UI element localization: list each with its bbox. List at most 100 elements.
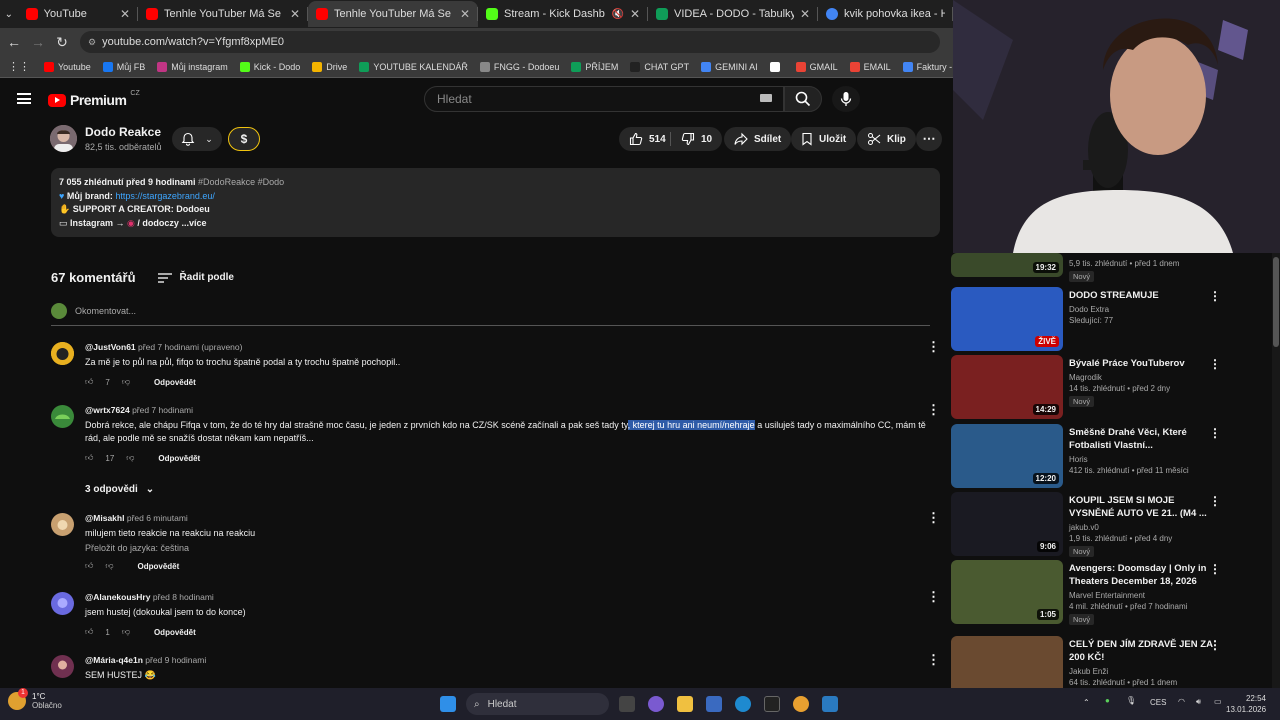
video-channel[interactable]: Dodo Extra bbox=[1069, 305, 1219, 314]
keyboard-icon[interactable] bbox=[760, 94, 772, 102]
video-menu-icon[interactable]: ⋮ bbox=[1209, 638, 1221, 652]
comment-menu-icon[interactable]: ⋮ bbox=[927, 590, 940, 603]
search-input[interactable]: Hledat bbox=[424, 86, 784, 112]
show-more-link[interactable]: ...více bbox=[181, 218, 206, 228]
reply-button[interactable]: Odpovědět bbox=[154, 378, 196, 387]
browser-tab[interactable]: Tenhle YouTuber Má Se Mnou P...✕ bbox=[138, 1, 308, 27]
add-comment-field[interactable]: Okomentovat... bbox=[51, 303, 930, 326]
apps-grid-icon[interactable]: ⋮⋮ bbox=[0, 60, 38, 73]
sidebar-scrollbar[interactable] bbox=[1272, 253, 1280, 688]
bookmark-item[interactable]: Drive bbox=[306, 61, 353, 72]
video-channel[interactable]: Horis bbox=[1069, 455, 1219, 464]
comment-dislike-button[interactable]: 👎︎ bbox=[126, 453, 134, 463]
reply-button[interactable]: Odpovědět bbox=[158, 454, 200, 463]
wifi-icon[interactable]: ◠ bbox=[1178, 697, 1185, 706]
weather-widget[interactable]: 1 1°C Oblačno bbox=[8, 688, 62, 710]
bookmark-item[interactable]: CHAT GPT bbox=[624, 61, 695, 72]
commenter-avatar[interactable] bbox=[51, 655, 74, 678]
tab-search-button[interactable]: ⌄ bbox=[0, 1, 18, 27]
bookmark-item[interactable] bbox=[764, 61, 790, 72]
terminal-icon[interactable] bbox=[764, 696, 780, 712]
reply-button[interactable]: Odpovědět bbox=[138, 562, 180, 571]
video-menu-icon[interactable]: ⋮ bbox=[1209, 289, 1221, 303]
reply-button[interactable]: Odpovědět bbox=[154, 628, 196, 637]
forward-icon[interactable]: → bbox=[26, 34, 50, 50]
video-thumbnail[interactable]: 9:06 bbox=[951, 492, 1063, 556]
taskbar-search[interactable]: ⌕ Hledat bbox=[466, 693, 609, 715]
recommended-video[interactable]: 9:06 KOUPIL JSEM SI MOJE VYSNĚNÉ AUTO VE … bbox=[951, 492, 1271, 557]
comment-menu-icon[interactable]: ⋮ bbox=[927, 340, 940, 353]
channel-name[interactable]: Dodo Reakce bbox=[85, 125, 162, 139]
video-channel[interactable]: Jakub Enži bbox=[1069, 667, 1219, 676]
support-button[interactable]: $ bbox=[228, 127, 260, 151]
sort-button[interactable]: Řadit podle bbox=[157, 272, 234, 283]
close-tab-icon[interactable]: ✕ bbox=[800, 7, 810, 21]
comment-like-button[interactable]: 👍︎ bbox=[85, 627, 93, 637]
battery-icon[interactable]: ▭ bbox=[1214, 697, 1222, 706]
like-button[interactable]: 514 bbox=[619, 127, 678, 151]
clock[interactable]: 22:54 13.01.2026 bbox=[1226, 693, 1266, 715]
comment-time[interactable]: před 6 minutami bbox=[127, 513, 188, 523]
comment-like-button[interactable]: 👍︎ bbox=[85, 377, 93, 387]
copilot-icon[interactable] bbox=[648, 696, 664, 712]
video-channel[interactable]: jakub.v0 bbox=[1069, 523, 1219, 532]
comment-dislike-button[interactable]: 👎︎ bbox=[105, 561, 113, 571]
video-channel[interactable]: Marvel Entertainment bbox=[1069, 591, 1219, 600]
comment-dislike-button[interactable]: 👎︎ bbox=[122, 377, 130, 387]
video-channel[interactable]: Magrodik bbox=[1069, 373, 1219, 382]
clip-button[interactable]: Klip bbox=[857, 127, 916, 151]
comment-like-button[interactable]: 👍︎ bbox=[85, 561, 93, 571]
video-menu-icon[interactable]: ⋮ bbox=[1209, 357, 1221, 371]
brand-link[interactable]: https://stargazebrand.eu/ bbox=[115, 191, 215, 201]
file-explorer-icon[interactable] bbox=[677, 696, 693, 712]
translate-link[interactable]: Přeložit do jazyka: čeština bbox=[85, 543, 930, 553]
bookmark-item[interactable]: Youtube bbox=[38, 61, 97, 72]
browser-tab[interactable]: YouTube ✕ bbox=[18, 1, 139, 27]
commenter-avatar[interactable] bbox=[51, 513, 74, 536]
muted-icon[interactable]: 🔇 bbox=[611, 9, 623, 20]
microphone-tray-icon[interactable]: 🎙︎ bbox=[1126, 696, 1136, 705]
comment-author[interactable]: @Mária-q4e1n bbox=[85, 655, 143, 665]
browser-tab[interactable]: Stream - Kick Dashboard🔇✕ bbox=[478, 1, 648, 27]
more-actions-button[interactable]: ⋯ bbox=[916, 127, 942, 151]
youtube-logo[interactable]: Premium CZ bbox=[48, 90, 140, 108]
commenter-avatar[interactable] bbox=[51, 592, 74, 615]
bookmark-item[interactable]: FNGG - Dodoeu bbox=[474, 61, 566, 72]
commenter-avatar[interactable] bbox=[51, 405, 74, 428]
video-thumbnail[interactable]: ŽIVĚ bbox=[951, 287, 1063, 351]
video-menu-icon[interactable]: ⋮ bbox=[1209, 426, 1221, 440]
comment-author[interactable]: @wrtx7624 bbox=[85, 405, 130, 415]
show-replies-button[interactable]: 3 odpovědi ⌄ bbox=[85, 484, 154, 495]
language-indicator[interactable]: CES bbox=[1150, 698, 1166, 707]
recommended-video[interactable]: 12:20 Směšně Drahé Věci, Které Fotbalisti… bbox=[951, 424, 1271, 488]
bookmark-item[interactable]: EMAIL bbox=[844, 61, 897, 72]
video-description[interactable]: 7 055 zhlédnutí před 9 hodinami #DodoRea… bbox=[51, 168, 940, 237]
video-menu-icon[interactable]: ⋮ bbox=[1209, 494, 1221, 508]
browser-tab[interactable]: kvik pohovka ikea - Hledat Goog bbox=[818, 1, 953, 27]
commenter-avatar[interactable] bbox=[51, 342, 74, 365]
comment-time[interactable]: před 8 hodinami bbox=[153, 592, 214, 602]
bookmark-item[interactable]: YOUTUBE KALENDÁŘ bbox=[353, 61, 474, 72]
comment-menu-icon[interactable]: ⋮ bbox=[927, 511, 940, 524]
edge-icon[interactable] bbox=[735, 696, 751, 712]
comment-author[interactable]: @JustVon61 bbox=[85, 342, 136, 352]
close-tab-icon[interactable]: ✕ bbox=[290, 7, 300, 21]
comment-dislike-button[interactable]: 👎︎ bbox=[122, 627, 130, 637]
volume-icon[interactable]: 🔊︎ bbox=[1196, 697, 1201, 707]
comment-author[interactable]: @AlanekousHry bbox=[85, 592, 150, 602]
back-icon[interactable]: ← bbox=[2, 34, 26, 50]
windows-start-icon[interactable] bbox=[440, 696, 456, 712]
browser-tab-active[interactable]: Tenhle YouTuber Má Se Mnou P...✕ bbox=[308, 1, 478, 27]
share-button[interactable]: Sdílet bbox=[724, 127, 792, 151]
notification-bell-button[interactable]: ⌄ bbox=[172, 127, 222, 151]
comment-menu-icon[interactable]: ⋮ bbox=[927, 653, 940, 666]
video-thumbnail[interactable]: 14:29 bbox=[951, 355, 1063, 419]
url-field[interactable]: ⚙ youtube.com/watch?v=Yfgmf8xpME0 bbox=[80, 31, 940, 53]
bookmark-item[interactable]: GMAIL bbox=[790, 61, 844, 72]
app-icon[interactable] bbox=[822, 696, 838, 712]
dislike-button[interactable]: 10 bbox=[671, 127, 723, 151]
bookmark-item[interactable]: Můj FB bbox=[97, 61, 152, 72]
bookmark-item[interactable]: Můj instagram bbox=[151, 61, 234, 72]
scrollbar-thumb[interactable] bbox=[1273, 257, 1279, 347]
bookmark-item[interactable]: PŘÍJEM bbox=[565, 61, 624, 72]
